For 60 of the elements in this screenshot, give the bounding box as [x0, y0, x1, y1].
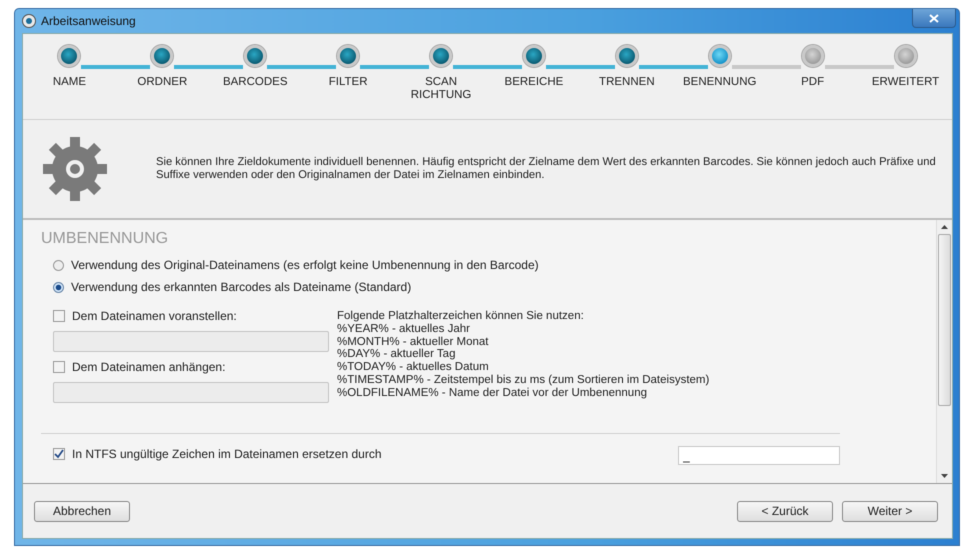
step-indicator[interactable]	[430, 45, 452, 67]
step-label[interactable]: SCAN RICHTUNG	[403, 76, 480, 102]
step-label[interactable]: BARCODES	[217, 76, 294, 89]
checkbox-label[interactable]: In NTFS ungültige Zeichen im Dateinamen ersetzen durch	[72, 446, 382, 460]
checkbox[interactable]	[53, 361, 65, 373]
radio-label[interactable]: Verwendung des Original-Dateinamens (es erfolgt keine Umbenennung in den Barcode)	[71, 258, 539, 272]
scroll-down-icon[interactable]	[941, 474, 948, 478]
step-indicator[interactable]	[151, 45, 174, 67]
radio-button[interactable]	[53, 282, 64, 292]
progress-connector	[546, 65, 615, 69]
radio-label[interactable]: Verwendung des erkannten Barcodes als Dateiname (Standard)	[71, 280, 412, 294]
progress-connector	[81, 65, 150, 69]
step-indicator[interactable]	[708, 45, 731, 67]
checkbox-label[interactable]: Dem Dateinamen voranstellen:	[72, 309, 237, 323]
back-button[interactable]: < Zurück	[737, 500, 833, 522]
scrollbar[interactable]	[936, 220, 952, 483]
progress-connector	[360, 65, 430, 69]
help-text: %DAY% - aktueller Tag	[337, 348, 456, 362]
checkbox[interactable]	[53, 448, 65, 460]
step-indicator[interactable]	[244, 45, 266, 67]
step-indicator[interactable]	[337, 45, 360, 67]
help-text: %TODAY% - aktuelles Datum	[337, 361, 490, 374]
section-title: UMBENENNUNG	[41, 230, 170, 248]
input-field[interactable]: _	[678, 446, 840, 465]
progress-connector	[267, 65, 336, 69]
help-text: %YEAR% - aktuelles Jahr	[337, 322, 471, 336]
step-label[interactable]: ERWEITERT	[868, 76, 944, 89]
radio-button[interactable]	[53, 260, 64, 270]
step-label[interactable]: BENENNUNG	[682, 76, 758, 89]
step-label[interactable]: FILTER	[310, 76, 386, 89]
help-text: Folgende Platzhalterzeichen können Sie nutzen:	[337, 310, 585, 323]
next-button[interactable]: Weiter >	[842, 500, 938, 522]
step-label[interactable]: NAME	[31, 76, 108, 89]
progress-connector	[638, 65, 708, 69]
cancel-button[interactable]: Abbrechen	[34, 500, 130, 522]
progress-connector	[174, 65, 244, 69]
step-label[interactable]: TRENNEN	[588, 76, 665, 89]
progress-connector	[453, 65, 522, 69]
step-label[interactable]: BEREICHE	[496, 76, 572, 89]
help-text: %MONTH% - aktueller Monat	[337, 336, 490, 348]
progress-connector	[824, 65, 894, 69]
checkbox-label[interactable]: Dem Dateinamen anhängen:	[72, 360, 226, 374]
step-indicator[interactable]	[58, 45, 80, 67]
close-button[interactable]	[912, 9, 956, 28]
checkbox[interactable]	[53, 310, 65, 322]
scroll-up-icon[interactable]	[941, 225, 948, 229]
help-text: %TIMESTAMP% - Zeitstempel bis zu ms (zum Sortieren im Dateisystem)	[337, 374, 710, 387]
step-label[interactable]: PDF	[774, 76, 851, 89]
progress-connector	[732, 65, 801, 69]
input-field[interactable]	[53, 382, 329, 403]
scrollbar-thumb[interactable]	[938, 234, 951, 406]
help-text: %OLDFILENAME% - Name der Datei vor der Umbenennung	[337, 386, 648, 400]
description-text: Sie können Ihre Zieldokumente individuell benennen. Häufig entspricht der Zielname dem Wert des erkannten Barcodes. Sie können jedoch auch Präfixe und Suffixe verwenden oder den Originalnamen der Datei im Zielnamen einbinden.	[156, 156, 937, 182]
step-label[interactable]: ORDNER	[124, 76, 200, 89]
step-indicator[interactable]	[522, 45, 545, 67]
checkmark-icon	[54, 448, 64, 458]
step-indicator[interactable]	[616, 45, 638, 67]
close-icon	[929, 14, 939, 22]
window-title: Arbeitsanweisung	[41, 14, 136, 28]
input-field[interactable]	[53, 331, 329, 352]
